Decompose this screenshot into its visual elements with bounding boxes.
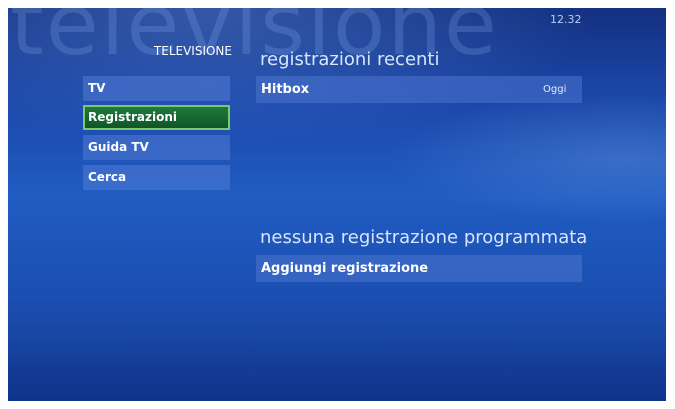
add-recording-label: Aggiungi registrazione	[261, 261, 429, 276]
menu-item-label: Registrazioni	[88, 110, 177, 124]
menu-item-tv[interactable]: TV	[83, 76, 230, 101]
menu-item-registrazioni[interactable]: Registrazioni	[83, 105, 230, 130]
clock: 12.32	[550, 13, 582, 26]
menu-item-label: TV	[88, 81, 106, 95]
menu-item-cerca[interactable]: Cerca	[83, 165, 230, 190]
add-recording-button[interactable]: Aggiungi registrazione	[256, 255, 582, 282]
menu-item-label: Cerca	[88, 170, 127, 184]
menu-item-label: Guida TV	[88, 140, 149, 154]
scheduled-recordings-heading: nessuna registrazione programmata	[260, 227, 588, 248]
background-highlight	[368, 88, 666, 228]
recording-row[interactable]: Hitbox Oggi	[256, 76, 582, 103]
section-title: TELEVISIONE	[153, 44, 232, 58]
recording-date: Oggi	[543, 84, 567, 95]
recording-title: Hitbox	[261, 82, 310, 97]
background-bottom-band	[8, 338, 666, 401]
media-center-screen: televisione 12.32 TELEVISIONE TV Registr…	[8, 8, 666, 401]
menu-item-guida-tv[interactable]: Guida TV	[83, 135, 230, 160]
recent-recordings-heading: registrazioni recenti	[260, 49, 440, 70]
